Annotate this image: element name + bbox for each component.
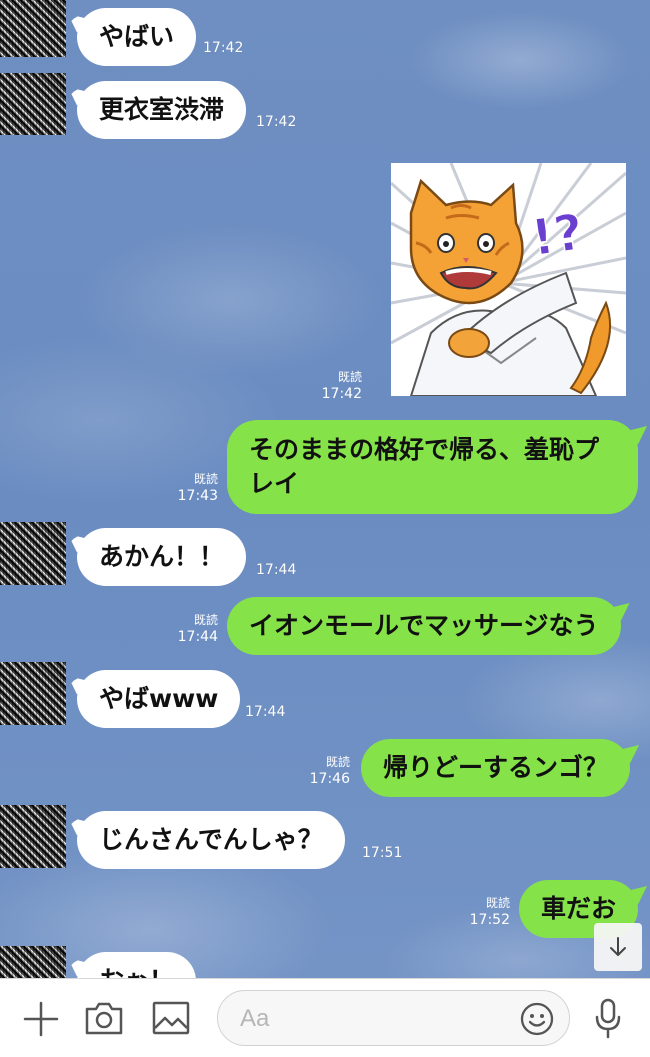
message-time: 17:44 [256, 562, 297, 578]
message-bubble-incoming[interactable]: あかん！！ [77, 528, 247, 586]
message-text: 更衣室渋滞 [99, 95, 225, 124]
read-receipt: 既読 [485, 896, 510, 910]
message-toolbar: Aa [0, 978, 650, 1057]
message-bubble-outgoing[interactable]: そのままの格好で帰る、羞恥プレイ [227, 420, 638, 514]
message-bubble-incoming[interactable]: やばwww [77, 670, 241, 728]
message-time: 17:43 [177, 488, 218, 504]
message-text: じんさんでんしゃ？ [99, 825, 323, 854]
read-receipt: 既読 [325, 755, 350, 769]
message-meta: 既読 17:52 [452, 895, 510, 929]
microphone-icon[interactable] [592, 997, 624, 1041]
message-text: そのままの格好で帰る、羞恥プレイ [249, 435, 600, 498]
plus-icon[interactable] [22, 1000, 60, 1038]
message-bubble-incoming[interactable]: じんさんでんしゃ？ [77, 811, 345, 869]
message-bubble-incoming[interactable]: おぉ！ [77, 952, 197, 978]
message-text: おぉ！ [99, 966, 174, 978]
message-bubble-outgoing[interactable]: イオンモールでマッサージなう [227, 597, 621, 655]
avatar[interactable] [0, 662, 66, 725]
camera-icon[interactable] [84, 1000, 124, 1036]
message-text: 車だお [541, 894, 617, 923]
message-bubble-incoming[interactable]: やばい [77, 8, 197, 66]
message-text: やばい [99, 22, 175, 51]
message-meta: 既読 17:46 [292, 754, 350, 788]
avatar[interactable] [0, 522, 66, 585]
read-receipt: 既読 [193, 472, 218, 486]
message-time: 17:52 [469, 912, 510, 928]
message-bubble-outgoing[interactable]: 帰りどーするンゴ？ [361, 739, 631, 797]
avatar[interactable] [0, 73, 66, 135]
cat-sticker[interactable]: !? [391, 163, 626, 396]
message-time: 17:42 [203, 40, 244, 56]
message-text: 帰りどーするンゴ？ [383, 753, 609, 782]
message-meta: 既読 17:43 [160, 471, 218, 505]
scroll-to-bottom-button[interactable] [594, 923, 642, 971]
message-input-placeholder: Aa [240, 1005, 270, 1032]
image-icon[interactable] [152, 1001, 190, 1035]
read-receipt: 既読 [337, 370, 362, 384]
message-time: 17:44 [177, 629, 218, 645]
message-time: 17:44 [245, 704, 286, 720]
message-text: あかん！！ [99, 542, 225, 571]
arrow-down-icon [610, 937, 626, 956]
message-meta: 既読 17:44 [160, 612, 218, 646]
sticker-exclamation: !? [528, 203, 587, 268]
avatar[interactable] [0, 946, 66, 978]
message-bubble-incoming[interactable]: 更衣室渋滞 [77, 81, 247, 139]
emoji-icon[interactable] [519, 1001, 555, 1037]
message-input[interactable]: Aa [217, 990, 570, 1046]
read-receipt: 既読 [193, 613, 218, 627]
avatar[interactable] [0, 805, 66, 868]
sticker-image: !? [391, 163, 626, 396]
message-time: 17:46 [309, 771, 350, 787]
message-time: 17:51 [362, 845, 403, 861]
message-text: イオンモールでマッサージなう [249, 611, 599, 640]
avatar[interactable] [0, 0, 66, 57]
message-meta: 既読 17:42 [300, 369, 362, 403]
message-time: 17:42 [256, 114, 297, 130]
chat-area[interactable]: やばい 17:42 更衣室渋滞 17:42 既読 17:42 !? 既読 17:… [0, 0, 650, 978]
message-time: 17:42 [321, 386, 362, 402]
message-text: やばwww [99, 684, 219, 713]
